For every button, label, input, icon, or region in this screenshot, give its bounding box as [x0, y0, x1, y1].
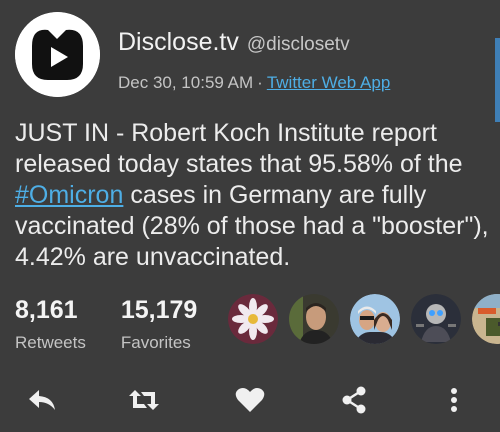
game-art-avatar-icon	[472, 294, 500, 344]
tweet-action-bar	[0, 380, 500, 420]
retweets-count: 8,161	[15, 296, 78, 324]
favoriter-avatar[interactable]	[350, 294, 400, 344]
hashtag-link[interactable]: #Omicron	[15, 181, 123, 209]
share-button[interactable]	[334, 380, 374, 420]
reply-button[interactable]	[22, 380, 62, 420]
tweet-text: JUST IN - Robert Koch Institute report r…	[15, 118, 493, 273]
tweet-detail: Disclose.tv @disclosetv Dec 30, 10:59 AM…	[0, 0, 500, 432]
favorites-count: 15,179	[120, 296, 198, 324]
tweet-text-part: JUST IN - Robert Koch Institute report r…	[15, 119, 463, 178]
more-vertical-icon	[451, 388, 457, 412]
heart-icon	[235, 388, 265, 412]
favoriter-avatar[interactable]	[472, 294, 500, 344]
share-icon	[342, 386, 366, 414]
meta-separator: ·	[257, 73, 263, 92]
favoriter-avatar[interactable]	[228, 294, 278, 344]
retweets-label: Retweets	[15, 333, 86, 352]
favorites-stat[interactable]: 15,179 Favorites	[121, 296, 197, 353]
favoriter-avatar[interactable]	[289, 294, 339, 344]
retweets-stat[interactable]: 8,161 Retweets	[15, 296, 86, 353]
scroll-indicator	[495, 38, 500, 122]
author-handle[interactable]: @disclosetv	[247, 34, 350, 56]
more-button[interactable]	[434, 380, 474, 420]
favorite-button[interactable]	[230, 380, 270, 420]
man-portrait-avatar-icon	[289, 294, 339, 344]
flower-avatar-icon	[228, 294, 278, 344]
tweet-timestamp[interactable]: Dec 30, 10:59 AM	[118, 73, 253, 92]
retweet-icon	[129, 390, 159, 410]
couple-avatar-icon	[350, 294, 400, 344]
author-display-name[interactable]: Disclose.tv	[118, 28, 239, 57]
tweet-header: Disclose.tv @disclosetv Dec 30, 10:59 AM…	[118, 28, 490, 93]
favorites-label: Favorites	[120, 333, 191, 352]
disclose-tv-logo-icon	[15, 12, 100, 97]
retweet-button[interactable]	[124, 380, 164, 420]
reply-icon	[29, 390, 55, 410]
author-avatar[interactable]	[15, 12, 100, 97]
favoriter-avatar[interactable]	[411, 294, 461, 344]
tweet-stats: 8,161 Retweets 15,179 Favorites	[15, 296, 232, 353]
favoriter-avatars	[228, 294, 500, 346]
tweet-source-link[interactable]: Twitter Web App	[267, 73, 390, 92]
cartoon-avatar-icon	[411, 294, 461, 344]
